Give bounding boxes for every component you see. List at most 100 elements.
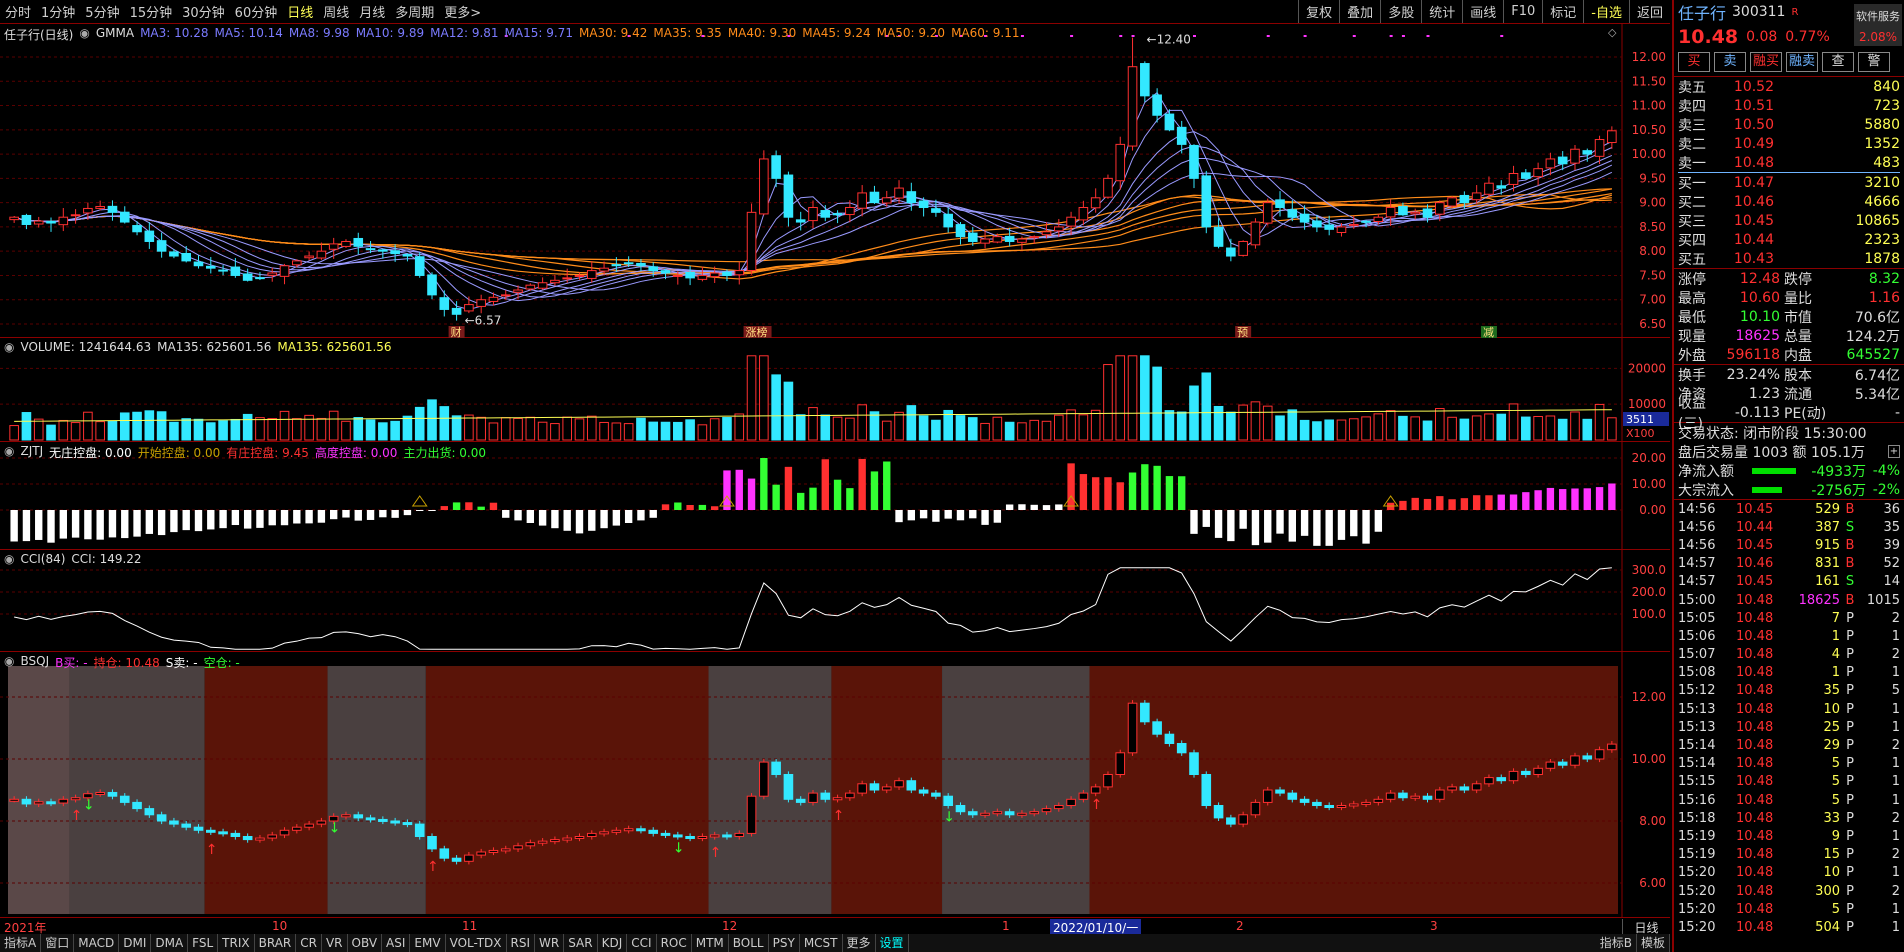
- template-tab-1[interactable]: 模板: [1637, 934, 1670, 952]
- indicator-tab-12[interactable]: EMV: [410, 934, 446, 952]
- tick-row[interactable]: 15:14 10.48 29 P 2: [1674, 736, 1904, 754]
- period-tab-10[interactable]: 更多>: [439, 2, 486, 21]
- bsqj-pane[interactable]: ◉ BSQJ B买: - 持仓: 10.48 S卖: - 空仓: - 12.00 10.…: [0, 652, 1670, 917]
- indicator-tab-25[interactable]: 设置: [876, 934, 909, 952]
- order-book-row[interactable]: 卖四 10.51 723: [1674, 96, 1904, 115]
- tick-row[interactable]: 15:20 10.48 300 P 2: [1674, 882, 1904, 900]
- tick-row[interactable]: 15:20 10.48 5 P 1: [1674, 900, 1904, 918]
- order-book-row[interactable]: 卖一 10.48 483: [1674, 153, 1904, 172]
- template-tab-0[interactable]: 指标B: [1596, 934, 1637, 952]
- order-book-row[interactable]: 买四 10.44 2323: [1674, 230, 1904, 249]
- indicator-tab-24[interactable]: 更多: [843, 934, 876, 952]
- indicator-tab-17[interactable]: KDJ: [598, 934, 628, 952]
- trade-button-5[interactable]: 警: [1858, 52, 1890, 72]
- indicator-tab-20[interactable]: MTM: [692, 934, 729, 952]
- price-pane[interactable]: 任子行(日线) ◉ GMMA MA3: 10.28 MA5: 10.14 MA8: …: [0, 24, 1670, 338]
- tick-row[interactable]: 14:57 10.45 161 S 14: [1674, 573, 1904, 591]
- tick-row[interactable]: 15:12 10.48 35 P 5: [1674, 682, 1904, 700]
- toolbar-button-3[interactable]: 统计: [1421, 0, 1462, 23]
- toolbar-button-0[interactable]: 复权: [1298, 0, 1339, 23]
- indicator-tab-6[interactable]: TRIX: [218, 934, 255, 952]
- tick-row[interactable]: 15:15 10.48 5 P 1: [1674, 773, 1904, 791]
- bsqj-chart[interactable]: 12.0010.008.006.00↑↑↑↑↑↑↓↓↓↓: [0, 652, 1670, 917]
- indicator-tab-15[interactable]: WR: [535, 934, 565, 952]
- tick-row[interactable]: 15:05 10.48 7 P 2: [1674, 609, 1904, 627]
- tick-row[interactable]: 15:07 10.48 4 P 2: [1674, 646, 1904, 664]
- indicator-tab-9[interactable]: VR: [322, 934, 348, 952]
- trade-button-1[interactable]: 卖: [1714, 52, 1746, 72]
- tick-row[interactable]: 15:14 10.48 5 P 1: [1674, 755, 1904, 773]
- zjtj-pane[interactable]: ◉ ZJTJ 无庄控盘: 0.00 开始控盘: 0.00 有庄控盘: 9.45 高度控…: [0, 442, 1670, 550]
- order-book-row[interactable]: 买一 10.47 3210: [1674, 173, 1904, 192]
- cci-pane[interactable]: ◉ CCI(84) CCI: 149.22 300.0 200.0 100.0: [0, 550, 1670, 652]
- indicator-tab-3[interactable]: DMI: [119, 934, 152, 952]
- order-book-row[interactable]: 买二 10.46 4666: [1674, 192, 1904, 211]
- period-tab-9[interactable]: 多周期: [390, 2, 439, 21]
- expand-icon[interactable]: +: [1888, 445, 1900, 458]
- period-tab-2[interactable]: 5分钟: [80, 2, 124, 21]
- toolbar-button-8[interactable]: 返回: [1628, 0, 1670, 23]
- tick-row[interactable]: 15:19 10.48 9 P 1: [1674, 827, 1904, 845]
- indicator-tab-14[interactable]: RSI: [507, 934, 536, 952]
- trade-button-3[interactable]: 融卖: [1786, 52, 1818, 72]
- indicator-tab-11[interactable]: ASI: [382, 934, 411, 952]
- tick-row[interactable]: 14:57 10.46 831 B 52: [1674, 555, 1904, 573]
- tick-list[interactable]: 14:56 10.45 529 B 36 14:56 10.44 387 S 35 14:56 10.…: [1674, 500, 1904, 937]
- toolbar-button-4[interactable]: 画线: [1462, 0, 1503, 23]
- period-tab-4[interactable]: 30分钟: [177, 2, 230, 21]
- tick-row[interactable]: 14:56 10.44 387 S 35: [1674, 518, 1904, 536]
- indicator-tab-7[interactable]: BRAR: [255, 934, 297, 952]
- toolbar-button-2[interactable]: 多股: [1380, 0, 1421, 23]
- indicator-tab-13[interactable]: VOL-TDX: [446, 934, 507, 952]
- volume-pane[interactable]: ◉ VOLUME: 1241644.63 MA135: 625601.56 MA…: [0, 338, 1670, 442]
- period-tab-1[interactable]: 1分钟: [36, 2, 80, 21]
- order-book-row[interactable]: 买三 10.45 10865: [1674, 211, 1904, 230]
- order-book-row[interactable]: 卖二 10.49 1352: [1674, 134, 1904, 153]
- indicator-tab-0[interactable]: 指标A: [0, 934, 42, 952]
- indicator-tab-1[interactable]: 窗口: [41, 934, 75, 952]
- trade-button-0[interactable]: 买: [1678, 52, 1710, 72]
- order-book-row[interactable]: 卖三 10.50 5880: [1674, 115, 1904, 134]
- period-tab-6[interactable]: 日线: [282, 2, 318, 21]
- tick-row[interactable]: 15:18 10.48 33 P 2: [1674, 809, 1904, 827]
- tick-row[interactable]: 15:20 10.48 10 P 1: [1674, 864, 1904, 882]
- chart-area[interactable]: 任子行(日线) ◉ GMMA MA3: 10.28 MA5: 10.14 MA8: …: [0, 24, 1670, 917]
- order-book-row[interactable]: 买五 10.43 1878: [1674, 249, 1904, 268]
- toolbar-button-5[interactable]: F10: [1503, 0, 1542, 23]
- period-tab-3[interactable]: 15分钟: [125, 2, 178, 21]
- indicator-tab-5[interactable]: FSL: [188, 934, 219, 952]
- indicator-tab-2[interactable]: MACD: [74, 934, 120, 952]
- sector-badge[interactable]: 软件服务 2.08%: [1854, 4, 1902, 46]
- tick-row[interactable]: 15:16 10.48 5 P 1: [1674, 791, 1904, 809]
- order-book-row[interactable]: 卖五 10.52 840: [1674, 77, 1904, 96]
- candlestick-chart[interactable]: 12.00 11.50 11.00 10.50 10.00 9.50 9.00 8.50 8.0…: [0, 24, 1670, 338]
- tick-row[interactable]: 15:13 10.48 25 P 1: [1674, 718, 1904, 736]
- indicator-tab-18[interactable]: CCI: [627, 934, 657, 952]
- period-tab-5[interactable]: 60分钟: [230, 2, 283, 21]
- period-tab-7[interactable]: 周线: [318, 2, 354, 21]
- indicator-tab-22[interactable]: PSY: [769, 934, 800, 952]
- toolbar-button-7[interactable]: -自选: [1583, 0, 1629, 23]
- indicator-tab-10[interactable]: OBV: [348, 934, 383, 952]
- cci-toggle-icon[interactable]: ◉: [4, 552, 14, 566]
- tick-row[interactable]: 14:56 10.45 915 B 39: [1674, 536, 1904, 554]
- cci-chart[interactable]: 300.0 200.0 100.0: [0, 550, 1670, 652]
- indicator-tab-4[interactable]: DMA: [151, 934, 189, 952]
- tick-row[interactable]: 15:19 10.48 15 P 2: [1674, 846, 1904, 864]
- indicator-tab-21[interactable]: BOLL: [729, 934, 769, 952]
- tick-row[interactable]: 14:56 10.45 529 B 36: [1674, 500, 1904, 518]
- tick-row[interactable]: 15:13 10.48 10 P 1: [1674, 700, 1904, 718]
- indicator-toggle-icon[interactable]: ◉: [79, 26, 89, 43]
- period-tab-8[interactable]: 月线: [354, 2, 390, 21]
- zjtj-toggle-icon[interactable]: ◉: [4, 444, 14, 461]
- toolbar-button-6[interactable]: 标记: [1542, 0, 1583, 23]
- tick-row[interactable]: 15:06 10.48 1 P 1: [1674, 627, 1904, 645]
- trade-button-4[interactable]: 查: [1822, 52, 1854, 72]
- trade-button-2[interactable]: 融买: [1750, 52, 1782, 72]
- bsqj-toggle-icon[interactable]: ◉: [4, 654, 14, 671]
- tick-row[interactable]: 15:08 10.48 1 P 1: [1674, 664, 1904, 682]
- tick-row[interactable]: 15:20 10.48 504 P 1: [1674, 918, 1904, 936]
- volume-toggle-icon[interactable]: ◉: [4, 340, 14, 354]
- indicator-tab-19[interactable]: ROC: [657, 934, 692, 952]
- tick-row[interactable]: 15:00 10.48 18625 B 1015: [1674, 591, 1904, 609]
